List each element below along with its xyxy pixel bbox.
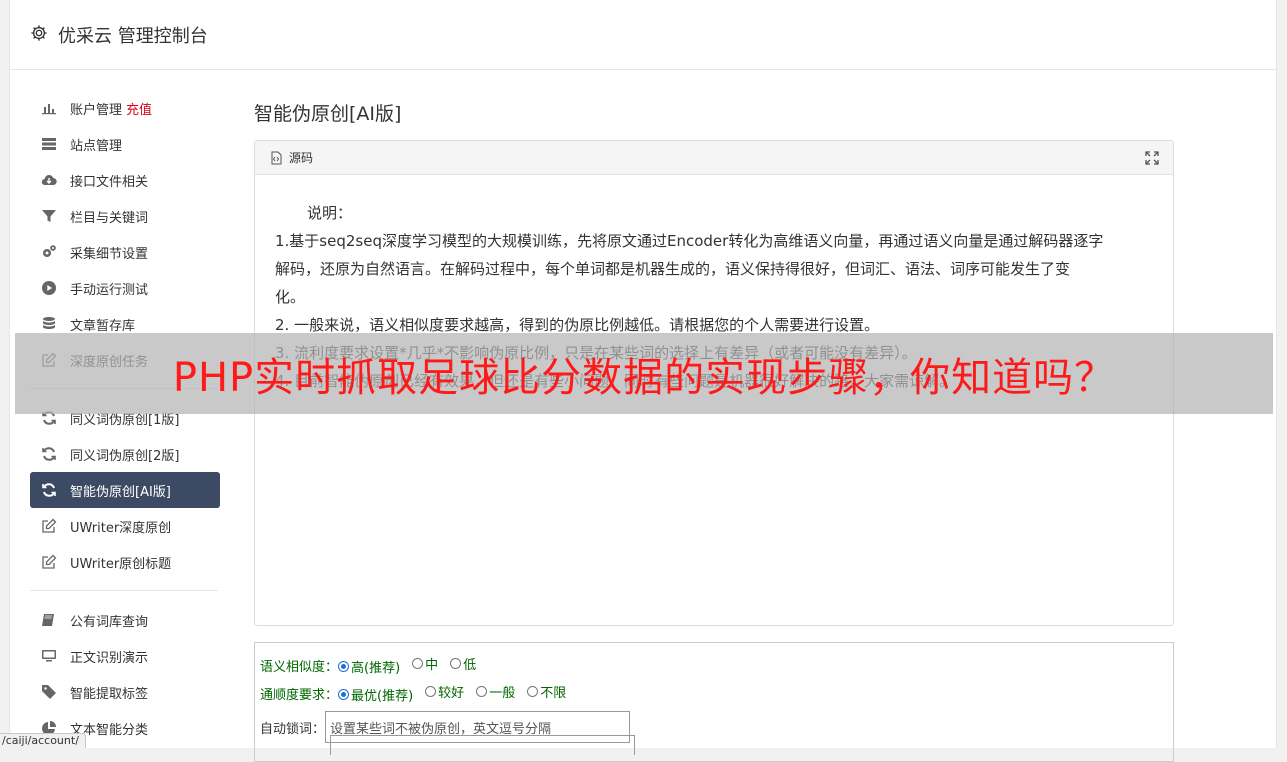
sidebar-item-label: 栏目与关键词	[70, 210, 149, 226]
gear-icon	[30, 24, 58, 46]
editor-line: 解码，还原为自然语言。在解码过程中，每个单词都是机器生成的，语义保持得很好，但词…	[275, 260, 1071, 278]
edit-icon	[40, 517, 58, 535]
sidebar-item-label: UWriter深度原创	[70, 520, 172, 536]
sidebar-item-label: 接口文件相关	[70, 174, 149, 190]
sidebar-item[interactable]: 正文识别演示	[30, 638, 220, 674]
radio-label: 较好	[438, 686, 465, 701]
sidebar-item[interactable]: 接口文件相关	[30, 162, 220, 198]
radio-circle[interactable]	[450, 658, 462, 669]
sidebar-item-label: 手动运行测试	[70, 282, 149, 298]
sidebar-item[interactable]: 账户管理 充值	[30, 90, 220, 126]
monitor-icon	[40, 647, 58, 665]
editor-line: 说明：	[307, 204, 353, 222]
sidebar-item-label: 智能伪原创[AI版]	[70, 484, 171, 500]
refresh-icon	[40, 445, 58, 463]
sidebar-item[interactable]: 手动运行测试	[30, 270, 220, 306]
sidebar-item-label: 采集细节设置	[70, 246, 149, 262]
sidebar-item[interactable]: 站点管理	[30, 126, 220, 162]
secondary-input[interactable]	[330, 735, 635, 755]
radio-option[interactable]: 一般	[476, 682, 515, 701]
sidebar-item[interactable]: 采集细节设置	[30, 234, 220, 270]
status-url: /caiji/account/	[0, 733, 86, 748]
sidebar-item-label: 正文识别演示	[70, 650, 149, 666]
fluency-row: 通顺度要求： 最优(推荐) 较好 一般 不限	[260, 679, 1168, 707]
sidebar-item[interactable]: UWriter深度原创	[30, 508, 220, 544]
radio-label: 高(推荐)	[351, 661, 401, 676]
sidebar-item[interactable]: 栏目与关键词	[30, 198, 220, 234]
sidebar-item[interactable]: 智能伪原创[AI版]	[30, 472, 220, 508]
sidebar-item[interactable]: 同义词伪原创[2版]	[30, 436, 220, 472]
radio-option[interactable]: 中	[412, 654, 438, 673]
book-icon	[40, 611, 58, 629]
sidebar-item[interactable]: 公有词库查询	[30, 602, 220, 638]
radio-circle[interactable]	[476, 686, 488, 697]
sidebar-item-label: 同义词伪原创[2版]	[70, 448, 180, 464]
radio-option[interactable]: 最优(推荐)	[338, 685, 413, 704]
radio-circle[interactable]	[425, 686, 437, 697]
sidebar-item[interactable]: UWriter原创标题	[30, 544, 220, 580]
lock-label: 自动锁词：	[260, 721, 326, 737]
radio-option[interactable]: 不限	[527, 682, 566, 701]
play-circle-icon	[40, 279, 58, 297]
sidebar-item-label: 站点管理	[70, 138, 123, 154]
fluency-label: 通顺度要求：	[260, 687, 339, 703]
watermark-banner: PHP实时抓取足球比分数据的实现步骤，你知道吗？	[15, 333, 1273, 414]
radio-label: 中	[425, 658, 439, 673]
editor-line: 1.基于seq2seq深度学习模型的大规模训练，先将原文通过Encoder转化为…	[275, 232, 1104, 250]
bar-chart-icon	[40, 99, 58, 117]
refresh-icon	[40, 481, 58, 499]
radio-circle[interactable]	[527, 686, 539, 697]
radio-option[interactable]: 高(推荐)	[338, 657, 400, 676]
radio-label: 一般	[489, 686, 516, 701]
banner-text: PHP实时抓取足球比分数据的实现步骤，你知道吗？	[172, 354, 1116, 401]
edit-icon	[40, 553, 58, 571]
radio-label: 不限	[540, 686, 567, 701]
header: 优采云 管理控制台	[10, 0, 1276, 70]
server-icon	[40, 135, 58, 153]
cloud-download-icon	[40, 171, 58, 189]
app-title: 优采云 管理控制台	[58, 25, 208, 47]
fullscreen-icon[interactable]	[1145, 151, 1159, 165]
source-tab-label[interactable]: 源码	[289, 149, 313, 166]
sidebar-item-label: 文章暂存库	[70, 318, 136, 334]
panel-header: 源码	[255, 141, 1173, 175]
recharge-link[interactable]: 充值	[126, 99, 152, 118]
sidebar-item[interactable]: 智能提取标签	[30, 674, 220, 710]
sidebar-item-label: UWriter原创标题	[70, 556, 172, 572]
sidebar-item-label: 公有词库查询	[70, 614, 149, 630]
filter-icon	[40, 207, 58, 225]
sidebar-item-label: 智能提取标签	[70, 686, 149, 702]
editor-line: 化。	[275, 288, 306, 306]
similarity-label: 语义相似度：	[260, 659, 339, 675]
similarity-row: 语义相似度： 高(推荐) 中 低	[260, 651, 1168, 679]
radio-label: 最优(推荐)	[351, 689, 414, 704]
sidebar-divider	[30, 590, 218, 591]
radio-circle[interactable]	[412, 658, 424, 669]
page-title: 智能伪原创[AI版]	[254, 103, 402, 125]
source-code-icon[interactable]	[269, 151, 283, 165]
options-form: 语义相似度： 高(推荐) 中 低 通顺度要求： 最优(推荐) 较好 一般 不限 自动锁词：…	[254, 642, 1174, 762]
sidebar: 账户管理充值站点管理接口文件相关栏目与关键词采集细节设置手动运行测试文章暂存库深…	[30, 90, 220, 746]
radio-option[interactable]: 低	[450, 654, 476, 673]
sidebar-item-label: 账户管理	[70, 102, 123, 118]
tag-icon	[40, 683, 58, 701]
radio-circle[interactable]	[338, 661, 350, 672]
database-icon	[40, 315, 58, 333]
main-content: 智能伪原创[AI版] 源码 说明： 1.基于seq2seq深度学习模型的大规模训练…	[254, 90, 1174, 762]
radio-option[interactable]: 较好	[425, 682, 464, 701]
gears-icon	[40, 243, 58, 261]
radio-label: 低	[463, 658, 477, 673]
radio-circle[interactable]	[338, 689, 350, 700]
